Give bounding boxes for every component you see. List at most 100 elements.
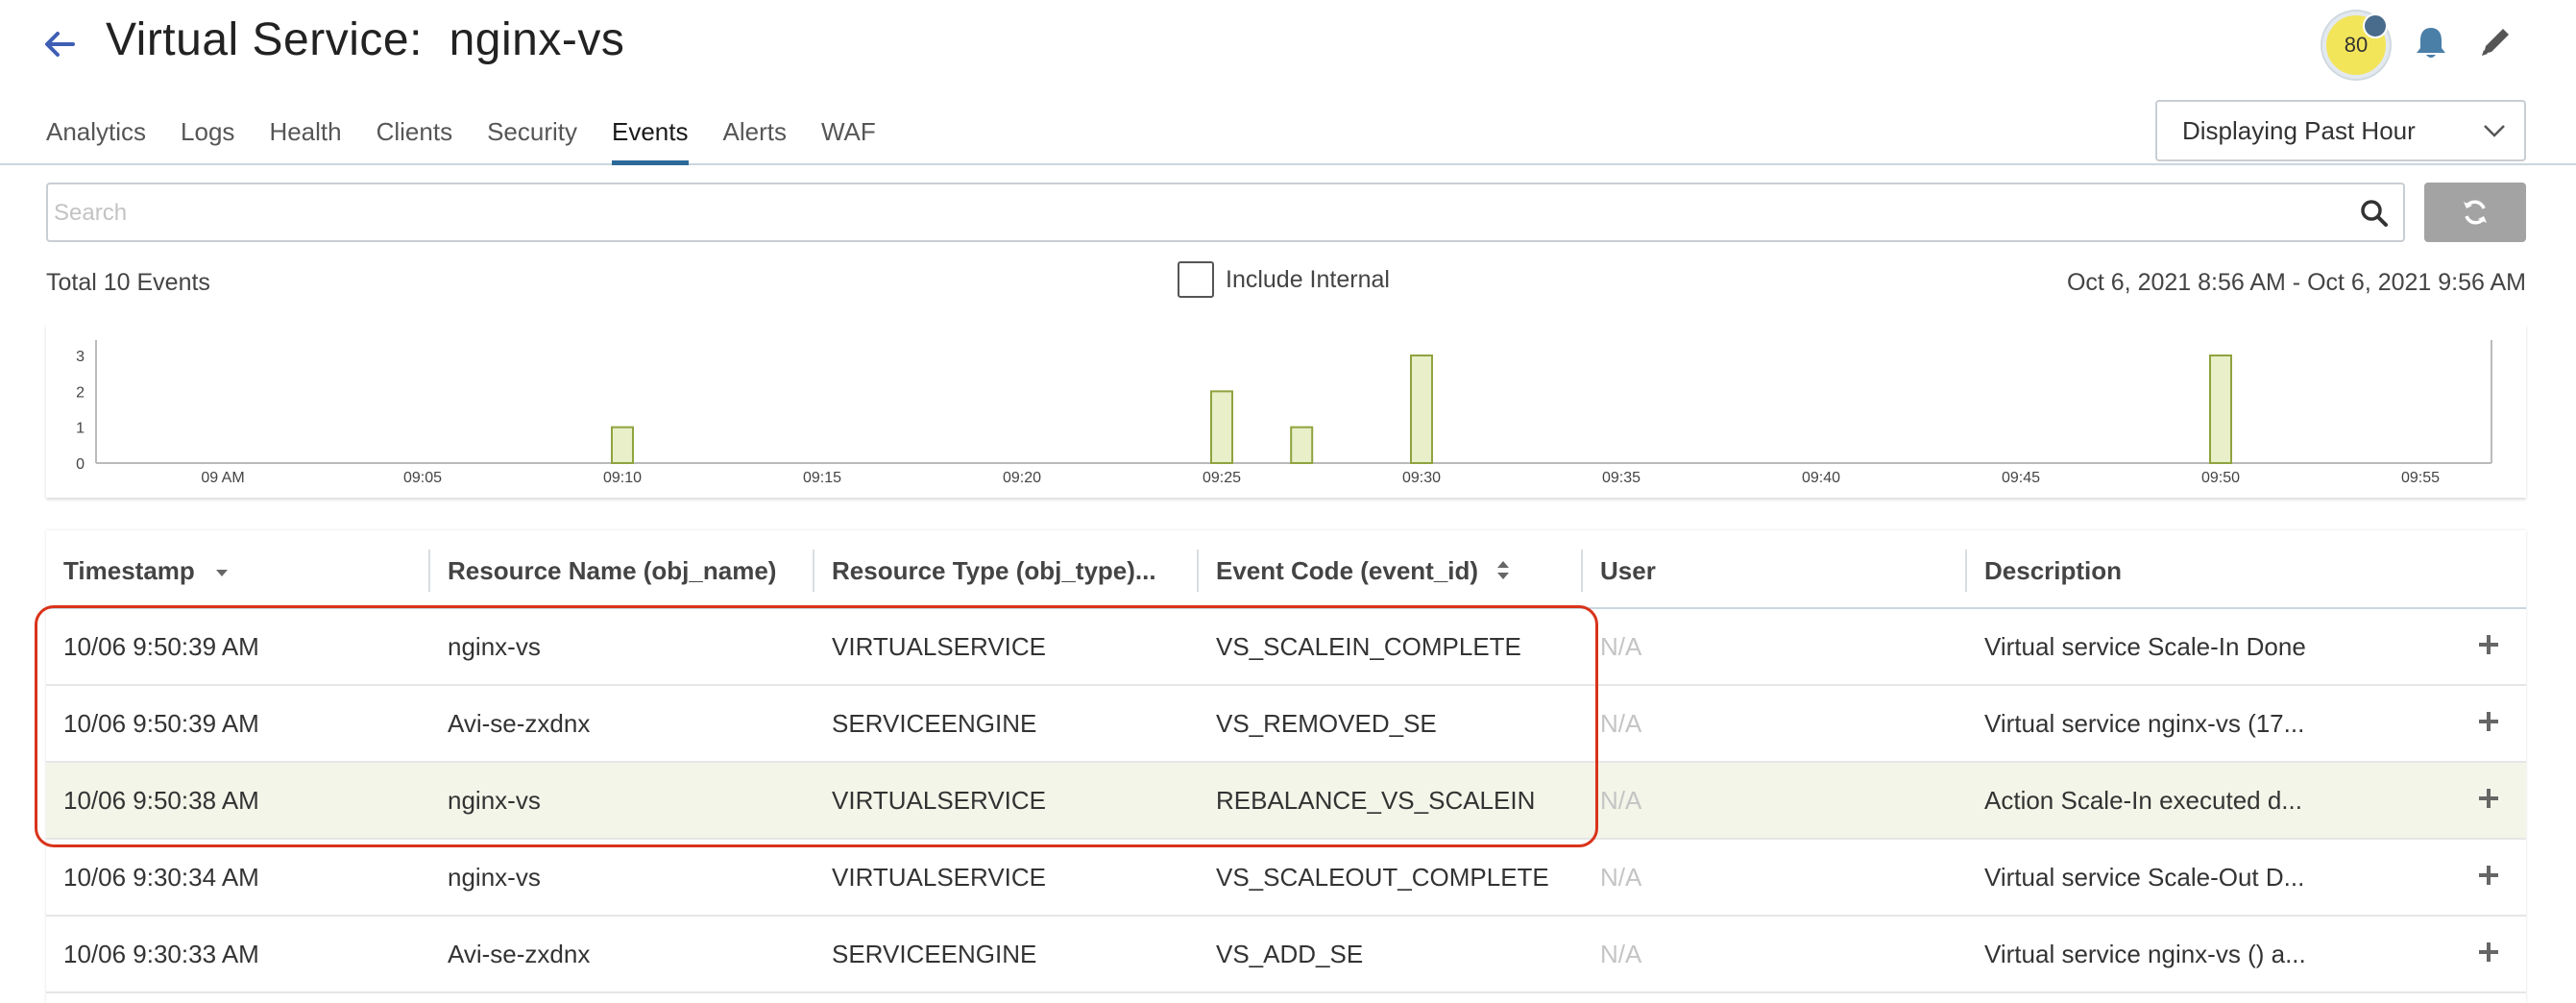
table-row[interactable]: 10/06 9:30:34 AM nginx-vs VIRTUALSERVICE VS… [46, 840, 2526, 917]
search-input[interactable] [54, 192, 2340, 234]
cell-resource-type: VIRTUALSERVICE [832, 863, 1047, 892]
cell-event-code: VS_SCALEIN_COMPLETE [1216, 632, 1521, 661]
tab-health[interactable]: Health [269, 113, 341, 165]
search-box [46, 183, 2405, 242]
time-range-value: Displaying Past Hour [2182, 115, 2416, 145]
chart-x-tick-label: 09:40 [1802, 470, 1840, 486]
cell-event-code: VS_SCALEOUT_COMPLETE [1216, 863, 1549, 892]
column-header-user[interactable]: User [1583, 551, 1965, 590]
chart-bar [611, 426, 634, 464]
cell-timestamp: 10/06 9:50:39 AM [63, 709, 259, 738]
expand-row-icon[interactable] [2474, 784, 2503, 813]
chart-x-tick-label: 09:30 [1402, 470, 1441, 486]
page-header: Virtual Service: nginx-vs 80 Analytics L… [0, 0, 2576, 165]
cell-event-code: REBALANCE_VS_SCALEIN [1216, 786, 1536, 815]
bell-icon[interactable] [2411, 23, 2451, 63]
cell-event-code: VS_REMOVED_SE [1216, 709, 1437, 738]
column-header-event-code[interactable]: Event Code (event_id) [1199, 551, 1581, 590]
total-events-count: Total 10 Events [46, 269, 210, 296]
cell-timestamp: 10/06 9:50:38 AM [63, 786, 259, 815]
chart-x-tick-label: 09:50 [2201, 470, 2240, 486]
chart-bar [1290, 426, 1314, 464]
chart-y-tick-label: 0 [76, 456, 85, 473]
chart-x-tick-label: 09:55 [2401, 470, 2440, 486]
column-header-resource-type[interactable]: Resource Type (obj_type)... [814, 551, 1197, 590]
chart-x-tick-label: 09:25 [1203, 470, 1241, 486]
tab-logs[interactable]: Logs [181, 113, 234, 165]
page-title: Virtual Service: nginx-vs [106, 14, 625, 65]
back-arrow-icon[interactable] [38, 23, 81, 65]
cell-user: N/A [1600, 709, 1642, 738]
tab-clients[interactable]: Clients [377, 113, 452, 165]
tab-events[interactable]: Events [612, 113, 689, 165]
cell-timestamp: 10/06 9:30:33 AM [63, 940, 259, 968]
column-label: User [1600, 555, 1656, 585]
cell-resource-name: nginx-vs [448, 786, 541, 815]
column-label: Timestamp [63, 555, 195, 585]
cell-resource-type: SERVICEENGINE [832, 940, 1037, 968]
include-internal-label: Include Internal [1226, 265, 1390, 293]
chart-bar [2209, 355, 2232, 464]
cell-user: N/A [1600, 786, 1642, 815]
table-row[interactable]: 10/06 9:50:38 AM nginx-vs VIRTUALSERVICE RE… [46, 763, 2526, 840]
chart-x-tick-label: 09 AM [201, 470, 244, 486]
expand-row-icon[interactable] [2474, 707, 2503, 736]
expand-row-icon[interactable] [2474, 938, 2503, 966]
pencil-icon[interactable] [2476, 23, 2515, 61]
date-range-label: Oct 6, 2021 8:56 AM - Oct 6, 2021 9:56 A… [2066, 269, 2526, 296]
chart-x-tick-label: 09:35 [1602, 470, 1640, 486]
expand-row-icon[interactable] [2474, 861, 2503, 890]
chart-bar [1210, 390, 1233, 464]
cell-description: Virtual service nginx-vs (17... [1984, 709, 2305, 738]
cell-description: Action Scale-In executed d... [1984, 786, 2302, 815]
chart-x-tick-label: 09:10 [603, 470, 642, 486]
chevron-down-icon [2484, 125, 2505, 137]
refresh-button[interactable] [2424, 183, 2526, 242]
include-internal-toggle[interactable]: Include Internal [1178, 261, 1390, 298]
cell-resource-name: Avi-se-zxdnx [448, 709, 591, 738]
tab-analytics[interactable]: Analytics [46, 113, 146, 165]
shield-icon [2363, 13, 2388, 38]
events-histogram: 0 1 2 3 09 AM 09:05 09:10 09:15 09:20 09:25 09:30 0… [46, 325, 2526, 498]
cell-resource-name: nginx-vs [448, 632, 541, 661]
include-internal-checkbox[interactable] [1178, 261, 1214, 298]
column-header-resource-name[interactable]: Resource Name (obj_name) [430, 551, 813, 590]
expand-row-icon[interactable] [2474, 630, 2503, 659]
chart-x-tick-label: 09:45 [2002, 470, 2040, 486]
column-label: Description [1984, 555, 2123, 585]
tab-waf[interactable]: WAF [821, 113, 876, 165]
sort-both-icon [1497, 561, 1510, 579]
cell-resource-type: VIRTUALSERVICE [832, 632, 1047, 661]
tab-security[interactable]: Security [487, 113, 577, 165]
table-row[interactable]: 10/06 9:30:33 AM Avi-se-zxdnx SERVICEENGIN… [46, 917, 2526, 993]
table-row[interactable]: 10/06 9:50:39 AM Avi-se-zxdnx SERVICEENGIN… [46, 686, 2526, 763]
cell-user: N/A [1600, 940, 1642, 968]
column-label: Event Code (event_id) [1216, 555, 1479, 585]
cell-resource-name: Avi-se-zxdnx [448, 940, 591, 968]
column-header-timestamp[interactable]: Timestamp [46, 551, 428, 590]
cell-description: Virtual service Scale-In Done [1984, 632, 2306, 661]
chart-y-tick-label: 3 [76, 349, 85, 365]
cell-description: Virtual service nginx-vs () a... [1984, 940, 2306, 968]
cell-user: N/A [1600, 863, 1642, 892]
column-header-description[interactable]: Description [1967, 551, 2447, 590]
events-histogram-svg: 0 1 2 3 09 AM 09:05 09:10 09:15 09:20 09:25 09:30 0… [76, 340, 2492, 486]
cell-user: N/A [1600, 632, 1642, 661]
table-row[interactable]: 10/06 9:50:39 AM nginx-vs VIRTUALSERVICE VS… [46, 609, 2526, 686]
tab-alerts[interactable]: Alerts [723, 113, 787, 165]
cell-resource-type: VIRTUALSERVICE [832, 786, 1047, 815]
time-range-dropdown[interactable]: Displaying Past Hour [2155, 100, 2526, 161]
chart-x-tick-label: 09:15 [803, 470, 841, 486]
cell-resource-name: nginx-vs [448, 863, 541, 892]
refresh-icon [2464, 200, 2487, 225]
table-header: Timestamp Resource Name (obj_name) Resou… [46, 530, 2526, 609]
search-icon[interactable] [2359, 198, 2390, 229]
cell-timestamp: 10/06 9:50:39 AM [63, 632, 259, 661]
chart-x-tick-label: 09:20 [1003, 470, 1041, 486]
events-table: Timestamp Resource Name (obj_name) Resou… [46, 530, 2526, 1003]
chart-y-tick-label: 2 [76, 384, 85, 401]
cell-timestamp: 10/06 9:30:34 AM [63, 863, 259, 892]
column-label: Resource Name (obj_name) [448, 555, 777, 585]
chart-x-tick-label: 09:05 [403, 470, 442, 486]
column-label: Resource Type (obj_type)... [832, 555, 1156, 585]
